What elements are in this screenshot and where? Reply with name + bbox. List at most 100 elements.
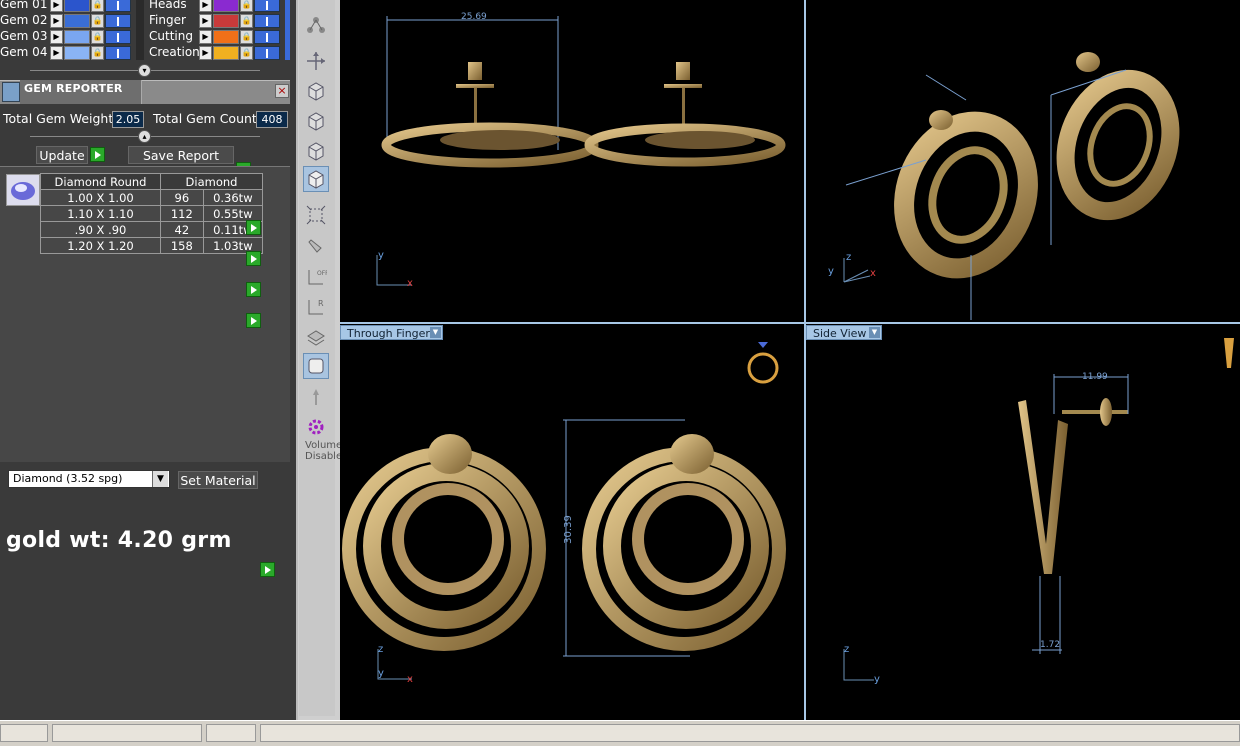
- dimension-label: 30.39: [562, 515, 574, 544]
- gold-weight-text: gold wt: 4.20 grm: [6, 528, 232, 553]
- set-material-button[interactable]: Set Material: [178, 471, 258, 489]
- expand-icon[interactable]: ▶: [199, 46, 212, 60]
- material-layer-row[interactable]: Creation ▶ 🔒: [146, 45, 286, 60]
- volume-gear-icon[interactable]: [303, 414, 329, 440]
- viewport-through-finger[interactable]: Through Finger ▼ 30.39 z y x: [340, 324, 804, 720]
- view-cube-top-icon[interactable]: [303, 108, 329, 134]
- save-report-button[interactable]: Save Report: [128, 146, 234, 164]
- gem-layer-row[interactable]: Gem 04 ▶ 🔒: [0, 45, 135, 60]
- dimension-tool-icon[interactable]: [303, 202, 329, 228]
- frame-tool-icon[interactable]: [303, 353, 329, 379]
- layer-visibility-toggle[interactable]: [254, 30, 280, 44]
- gem-count-cell: 158: [160, 237, 204, 254]
- update-go-icon[interactable]: [90, 147, 105, 162]
- layer-color-swatch[interactable]: [213, 30, 239, 44]
- gem-layer-row[interactable]: Gem 02 ▶ 🔒: [0, 13, 135, 28]
- table-row: 1.10 X 1.10 112 0.55tw: [40, 205, 264, 222]
- layer-color-swatch[interactable]: [213, 0, 239, 12]
- layer-color-swatch[interactable]: [64, 14, 90, 28]
- gem-layer-row[interactable]: Gem 03 ▶ 🔒: [0, 29, 135, 44]
- layer-visibility-toggle[interactable]: [254, 46, 280, 60]
- lock-icon[interactable]: 🔒: [91, 46, 104, 60]
- material-layer-row[interactable]: Cutting ▶ 🔒: [146, 29, 286, 44]
- expand-icon[interactable]: ▶: [50, 0, 63, 12]
- layer-visibility-toggle[interactable]: [105, 46, 131, 60]
- lock-icon[interactable]: 🔒: [91, 30, 104, 44]
- figure-tool-icon[interactable]: [303, 384, 329, 410]
- lock-icon[interactable]: 🔒: [240, 0, 253, 12]
- material-select[interactable]: Diamond (3.52 spg): [8, 470, 170, 488]
- layer-visibility-toggle[interactable]: [254, 0, 280, 12]
- gem-layer-label: Gem 01: [0, 0, 48, 11]
- expand-icon[interactable]: ▶: [199, 0, 212, 12]
- tab-through-finger-label: Through Finger: [347, 327, 430, 340]
- chevron-down-icon[interactable]: ▼: [152, 471, 168, 487]
- lock-icon[interactable]: 🔒: [91, 0, 104, 12]
- axis-x-label: x: [407, 674, 413, 685]
- gem-count-cell: 96: [160, 189, 204, 206]
- layer-color-swatch[interactable]: [64, 0, 90, 12]
- axis-r-icon[interactable]: R: [303, 294, 329, 320]
- material-layer-row[interactable]: Heads ▶ 🔒: [146, 0, 286, 12]
- layers-tool-icon[interactable]: [303, 324, 329, 350]
- node-tool-icon[interactable]: [303, 12, 329, 38]
- status-segment: [260, 724, 1240, 742]
- move-axis-icon[interactable]: [303, 48, 329, 74]
- chevron-down-icon[interactable]: ▼: [869, 327, 880, 338]
- axis-y-label: y: [874, 674, 880, 685]
- chevron-down-icon[interactable]: ▼: [430, 327, 441, 338]
- layer-color-swatch[interactable]: [213, 14, 239, 28]
- paint-tool-icon[interactable]: [303, 234, 329, 260]
- total-gem-count-value: 408: [256, 111, 288, 128]
- layer-visibility-toggle[interactable]: [105, 0, 131, 12]
- expand-icon[interactable]: ▶: [50, 46, 63, 60]
- gem-count-cell: 112: [160, 205, 204, 222]
- gem-size-cell: .90 X .90: [40, 221, 161, 238]
- gem-layer-row[interactable]: Gem 01 ▶ 🔒: [0, 0, 135, 12]
- material-layer-label: Creation: [149, 45, 200, 59]
- layer-color-swatch[interactable]: [64, 46, 90, 60]
- tab-through-finger[interactable]: Through Finger ▼: [340, 325, 443, 340]
- close-icon[interactable]: ×: [275, 84, 289, 98]
- lock-icon[interactable]: 🔒: [91, 14, 104, 28]
- axis-off-icon[interactable]: OFF: [303, 264, 329, 290]
- status-segment: [0, 724, 48, 742]
- expand-icon[interactable]: ▶: [199, 30, 212, 44]
- set-material-go-icon[interactable]: [260, 562, 275, 577]
- gem-layer-label: Gem 02: [0, 13, 48, 27]
- viewport-perspective[interactable]: z y x: [806, 0, 1240, 322]
- expand-icon[interactable]: ▶: [50, 14, 63, 28]
- total-gem-weight-value: 2.05: [112, 111, 144, 128]
- tab-side-view[interactable]: Side View ▼: [806, 325, 882, 340]
- viewport-side-view[interactable]: Side View ▼ 11.99 1.72 z y: [806, 324, 1240, 720]
- layer-color-swatch[interactable]: [64, 30, 90, 44]
- lock-icon[interactable]: 🔒: [240, 30, 253, 44]
- view-cube-side-icon[interactable]: [303, 138, 329, 164]
- gem-reporter-title: GEM REPORTER: [24, 82, 123, 95]
- axis-x-label: x: [407, 278, 413, 289]
- expand-icon[interactable]: ▶: [50, 30, 63, 44]
- row-select-go-icon[interactable]: [246, 282, 261, 297]
- dimension-label: 1.72: [1040, 640, 1061, 650]
- layer-visibility-toggle[interactable]: [105, 14, 131, 28]
- layer-color-swatch[interactable]: [213, 46, 239, 60]
- collapse-toggle-icon[interactable]: ▴: [138, 130, 151, 143]
- material-layer-row[interactable]: Finger ▶ 🔒: [146, 13, 286, 28]
- layer-visibility-toggle[interactable]: [105, 30, 131, 44]
- view-cube-persp-icon[interactable]: [303, 166, 329, 192]
- collapse-toggle-icon[interactable]: ▾: [138, 64, 151, 77]
- update-button[interactable]: Update: [36, 146, 88, 164]
- lock-icon[interactable]: 🔒: [240, 46, 253, 60]
- expand-icon[interactable]: ▶: [199, 14, 212, 28]
- row-select-go-icon[interactable]: [246, 220, 261, 235]
- layer-column-divider: [136, 0, 144, 60]
- material-layer-label: Heads: [149, 0, 187, 11]
- layer-visibility-toggle[interactable]: [254, 14, 280, 28]
- lock-icon[interactable]: 🔒: [240, 14, 253, 28]
- viewport-front[interactable]: 25.69 y x: [340, 0, 804, 322]
- row-select-go-icon[interactable]: [246, 251, 261, 266]
- axis-z-label: z: [378, 644, 384, 655]
- view-cube-front-icon[interactable]: [303, 78, 329, 104]
- layer-scrollbar[interactable]: [285, 0, 290, 60]
- row-select-go-icon[interactable]: [246, 313, 261, 328]
